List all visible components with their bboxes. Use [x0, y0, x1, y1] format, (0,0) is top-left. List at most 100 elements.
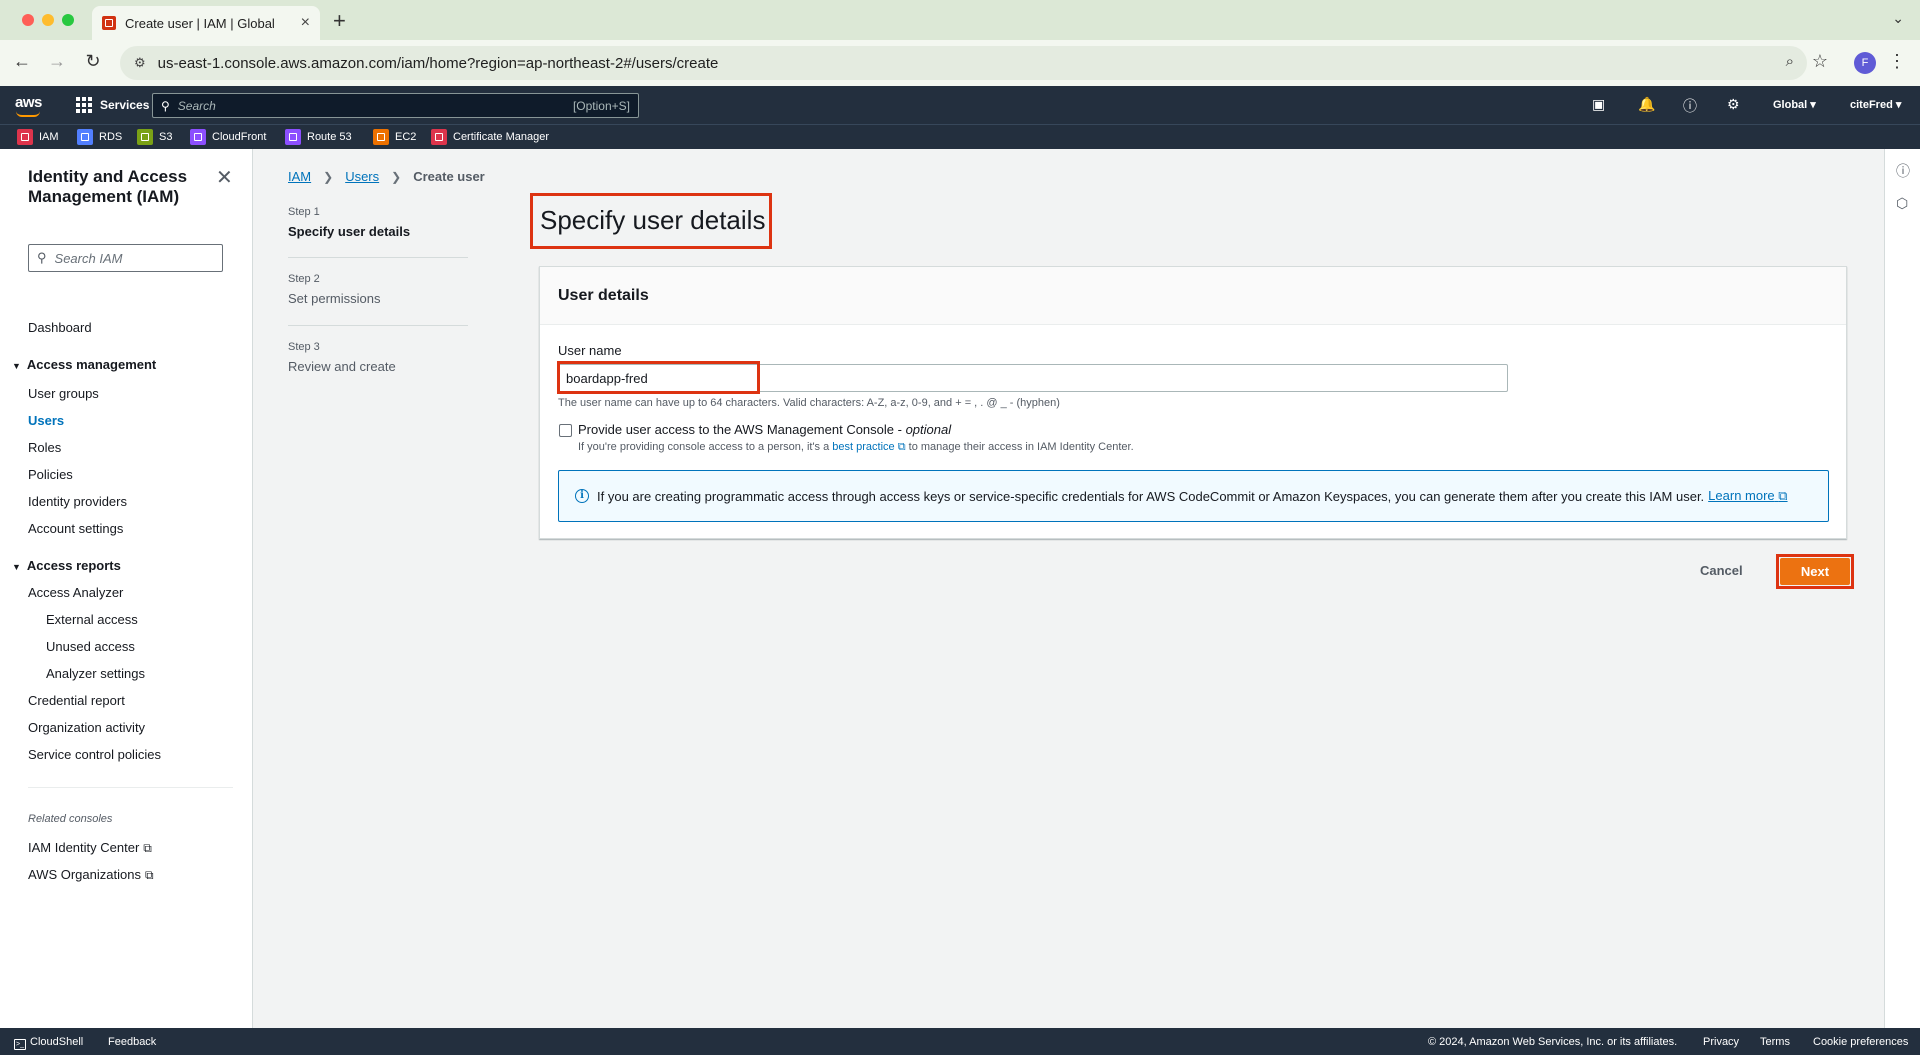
nav-external-access[interactable]: External access — [46, 612, 138, 627]
back-arrow-icon[interactable]: ← — [10, 51, 34, 72]
nav-roles[interactable]: Roles — [28, 440, 61, 455]
services-menu-button[interactable]: Services — [76, 97, 149, 113]
console-access-label[interactable]: Provide user access to the AWS Managemen… — [578, 422, 951, 437]
site-settings-icon[interactable]: ⚙ — [134, 55, 146, 71]
browser-toolbar: ← → ↻ ⚙ us-east-1.console.aws.amazon.com… — [0, 40, 1920, 86]
browser-tab-bar: Create user | IAM | Global × + ⌄ — [0, 0, 1920, 40]
nav-credential-report[interactable]: Credential report — [28, 693, 125, 708]
related-consoles-label: Related consoles — [28, 813, 113, 825]
aws-search-input[interactable]: ⚲ Search [Option+S] — [152, 93, 639, 118]
zoom-icon[interactable]: ⌕ — [1786, 53, 1794, 70]
nav-policies[interactable]: Policies — [28, 467, 73, 482]
aws-logo[interactable]: aws — [15, 94, 42, 117]
favorite-ec2[interactable]: EC2 — [373, 129, 416, 145]
nav-section-access-reports[interactable]: ▼ Access reports — [12, 558, 121, 573]
search-shortcut: [Option+S] — [572, 98, 630, 113]
step-number: Step 2 — [288, 273, 320, 285]
copyright-text: © 2024, Amazon Web Services, Inc. or its… — [1428, 1036, 1678, 1048]
bookmark-star-icon[interactable]: ☆ — [1812, 51, 1828, 72]
notifications-bell-icon[interactable]: 🔔 — [1638, 96, 1655, 113]
window-close-button[interactable] — [22, 14, 34, 26]
favorite-s3[interactable]: S3 — [137, 129, 172, 145]
nav-service-control-policies[interactable]: Service control policies — [28, 747, 161, 762]
iam-service-icon — [17, 129, 33, 145]
settings-gear-icon[interactable]: ⚙ — [1727, 96, 1740, 113]
info-alert-text: If you are creating programmatic access … — [597, 488, 1705, 504]
nav-aws-organizations[interactable]: AWS Organizations ⧉ — [28, 867, 154, 883]
nav-dashboard[interactable]: Dashboard — [28, 320, 92, 335]
favorite-rds[interactable]: RDS — [77, 129, 122, 145]
external-link-icon: ⧉ — [1778, 488, 1788, 503]
external-link-icon: ⧉ — [143, 841, 152, 855]
page-title: Specify user details — [540, 205, 766, 235]
cookie-preferences-link[interactable]: Cookie preferences — [1813, 1036, 1908, 1048]
console-access-checkbox[interactable] — [559, 424, 572, 437]
next-button[interactable]: Next — [1780, 558, 1850, 585]
step-number: Step 1 — [288, 206, 320, 218]
privacy-link[interactable]: Privacy — [1703, 1036, 1739, 1048]
search-iam-input[interactable]: ⚲ Search IAM — [28, 244, 223, 272]
tools-hexagon-icon[interactable]: ⬡ — [1896, 195, 1908, 212]
cloudshell-button[interactable]: >_ CloudShell — [14, 1036, 83, 1050]
aws-smile-icon — [16, 111, 40, 117]
console-access-description: If you're providing console access to a … — [578, 441, 1134, 453]
caret-down-icon: ▼ — [12, 361, 21, 371]
nav-iam-identity-center[interactable]: IAM Identity Center ⧉ — [28, 840, 152, 856]
nav-account-settings[interactable]: Account settings — [28, 521, 123, 536]
favorite-certificate-manager[interactable]: Certificate Manager — [431, 129, 549, 145]
browser-tab[interactable]: Create user | IAM | Global × — [92, 6, 320, 40]
window-maximize-button[interactable] — [62, 14, 74, 26]
caret-down-icon: ▼ — [12, 562, 21, 572]
nav-unused-access[interactable]: Unused access — [46, 639, 135, 654]
container-title: User details — [558, 287, 649, 304]
iam-side-navigation: Identity and Access Management (IAM) ✕ ⚲… — [0, 149, 253, 1028]
step-label: Set permissions — [288, 291, 381, 306]
cloudshell-icon[interactable]: ▣ — [1592, 96, 1605, 113]
feedback-button[interactable]: Feedback — [108, 1036, 156, 1048]
best-practice-link[interactable]: best practice ⧉ — [832, 441, 905, 453]
breadcrumb-create-user: Create user — [413, 169, 485, 184]
breadcrumb-users[interactable]: Users — [345, 169, 379, 184]
ec2-service-icon — [373, 129, 389, 145]
s3-service-icon — [137, 129, 153, 145]
learn-more-link[interactable]: Learn more ⧉ — [1708, 488, 1787, 504]
account-menu[interactable]: citeFred ▾ — [1850, 98, 1901, 111]
region-selector[interactable]: Global ▾ — [1773, 98, 1816, 111]
nav-title[interactable]: Identity and Access Management (IAM) — [28, 167, 208, 207]
tab-list-chevron-icon[interactable]: ⌄ — [1892, 10, 1904, 27]
external-link-icon: ⧉ — [897, 441, 906, 453]
info-panel-icon[interactable]: ⓘ — [1896, 161, 1910, 181]
address-bar[interactable]: ⚙ us-east-1.console.aws.amazon.com/iam/h… — [120, 46, 1807, 80]
chevron-right-icon: ❯ — [323, 169, 334, 184]
step-3: Step 3 Review and create — [288, 341, 468, 374]
nav-identity-providers[interactable]: Identity providers — [28, 494, 127, 509]
favorite-route53[interactable]: Route 53 — [285, 129, 352, 145]
favorite-cloudfront[interactable]: CloudFront — [190, 129, 266, 145]
nav-divider — [28, 787, 233, 788]
user-name-constraint: The user name can have up to 64 characte… — [558, 397, 1060, 409]
nav-analyzer-settings[interactable]: Analyzer settings — [46, 666, 145, 681]
terms-link[interactable]: Terms — [1760, 1036, 1790, 1048]
cancel-button[interactable]: Cancel — [1700, 563, 1743, 578]
tab-close-icon[interactable]: × — [301, 14, 310, 32]
nav-user-groups[interactable]: User groups — [28, 386, 99, 401]
reload-icon[interactable]: ↻ — [81, 51, 105, 72]
nav-section-access-management[interactable]: ▼ Access management — [12, 357, 156, 372]
favorite-iam[interactable]: IAM — [17, 129, 59, 145]
nav-access-analyzer[interactable]: Access Analyzer — [28, 585, 123, 600]
profile-avatar[interactable]: F — [1854, 52, 1876, 74]
window-minimize-button[interactable] — [42, 14, 54, 26]
breadcrumb-iam[interactable]: IAM — [288, 169, 311, 184]
user-name-label: User name — [558, 343, 622, 358]
step-divider — [288, 325, 468, 326]
forward-arrow-icon[interactable]: → — [45, 51, 69, 72]
nav-users[interactable]: Users — [28, 413, 64, 428]
help-icon[interactable]: ⓘ — [1683, 96, 1697, 116]
step-divider — [288, 257, 468, 258]
tab-title: Create user | IAM | Global — [125, 15, 275, 31]
new-tab-icon[interactable]: + — [333, 8, 346, 34]
browser-menu-icon[interactable]: ⋮ — [1888, 51, 1906, 72]
nav-organization-activity[interactable]: Organization activity — [28, 720, 145, 735]
close-nav-icon[interactable]: ✕ — [216, 165, 233, 190]
search-icon: ⚲ — [161, 98, 170, 113]
